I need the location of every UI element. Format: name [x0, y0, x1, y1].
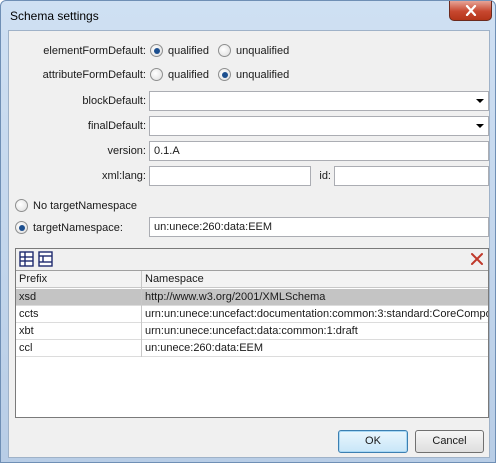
schema-settings-dialog: Schema settings elementFormDefault: qual…: [0, 0, 496, 463]
namespace-cell[interactable]: un:unece:260:data:EEM: [142, 340, 488, 357]
namespace-cell[interactable]: urn:un:unece:uncefact:data:common:1:draf…: [142, 323, 488, 340]
dropdown-arrow-icon[interactable]: [476, 124, 484, 128]
radio-label: unqualified: [236, 44, 290, 57]
element-form-default-label: elementFormDefault:: [43, 45, 146, 57]
ok-button[interactable]: OK: [338, 430, 408, 453]
delete-row-button[interactable]: [468, 250, 486, 268]
column-header-namespace[interactable]: Namespace: [142, 271, 488, 288]
radio-selected-icon: [150, 44, 163, 57]
radio-unselected-icon: [218, 44, 231, 57]
column-header-prefix[interactable]: Prefix: [16, 271, 141, 288]
attribute-form-default-unqualified[interactable]: unqualified: [218, 68, 289, 81]
insert-row-button[interactable]: [18, 250, 36, 268]
insert-row-icon: [19, 251, 34, 267]
namespace-prefix-panel: Prefix Namespace xsd http://www.w3.org/2…: [15, 248, 489, 418]
block-default-combo[interactable]: [149, 91, 489, 111]
radio-selected-icon: [218, 68, 231, 81]
namespace-cell[interactable]: http://www.w3.org/2001/XMLSchema: [142, 289, 488, 306]
block-default-label: blockDefault:: [82, 95, 146, 107]
table-row[interactable]: xsd http://www.w3.org/2001/XMLSchema: [16, 289, 488, 306]
id-input[interactable]: [334, 166, 489, 186]
title-bar[interactable]: Schema settings: [1, 1, 495, 29]
prefix-cell[interactable]: ccl: [16, 340, 141, 357]
grid-header: Prefix Namespace: [16, 271, 488, 288]
version-value: 0.1.A: [154, 145, 180, 157]
xml-lang-label: xml:lang:: [101, 170, 146, 182]
table-row[interactable]: xbt urn:un:unece:uncefact:data:common:1:…: [16, 323, 488, 340]
version-input[interactable]: 0.1.A: [149, 141, 489, 161]
dropdown-arrow-icon[interactable]: [476, 99, 484, 103]
radio-selected-icon: [15, 221, 28, 234]
delete-icon: [471, 253, 483, 265]
id-label: id:: [319, 170, 331, 182]
namespace-cell[interactable]: urn:un:unece:uncefact:documentation:comm…: [142, 306, 488, 323]
prefix-cell[interactable]: ccts: [16, 306, 141, 323]
element-form-default-qualified[interactable]: qualified: [150, 44, 209, 57]
prefix-cell[interactable]: xsd: [16, 289, 141, 306]
radio-label: targetNamespace:: [33, 221, 123, 234]
window-title: Schema settings: [10, 9, 99, 23]
radio-label: qualified: [168, 44, 209, 57]
final-default-label: finalDefault:: [87, 120, 146, 132]
radio-label: qualified: [168, 68, 209, 81]
grid-toolbar: [16, 249, 488, 271]
close-icon: [465, 5, 476, 16]
radio-label: No targetNamespace: [33, 199, 137, 212]
attribute-form-default-qualified[interactable]: qualified: [150, 68, 209, 81]
final-default-combo[interactable]: [149, 116, 489, 136]
radio-label: unqualified: [236, 68, 290, 81]
radio-unselected-icon: [15, 199, 28, 212]
version-label: version:: [107, 145, 146, 157]
prefix-cell[interactable]: xbt: [16, 323, 141, 340]
cancel-button[interactable]: Cancel: [415, 430, 484, 453]
column-divider[interactable]: [141, 271, 142, 357]
radio-unselected-icon: [150, 68, 163, 81]
close-button[interactable]: [449, 1, 492, 21]
table-row[interactable]: ccts urn:un:unece:uncefact:documentation…: [16, 306, 488, 323]
no-target-namespace-radio[interactable]: No targetNamespace: [15, 199, 137, 212]
table-row[interactable]: ccl un:unece:260:data:EEM: [16, 340, 488, 357]
target-namespace-input[interactable]: un:unece:260:data:EEM: [149, 217, 489, 237]
target-namespace-radio[interactable]: targetNamespace:: [15, 221, 123, 234]
element-form-default-unqualified[interactable]: unqualified: [218, 44, 289, 57]
target-namespace-value: un:unece:260:data:EEM: [154, 221, 273, 233]
xml-lang-input[interactable]: [149, 166, 311, 186]
append-row-button[interactable]: [37, 250, 55, 268]
attribute-form-default-label: attributeFormDefault:: [42, 69, 146, 81]
append-row-icon: [38, 251, 53, 267]
